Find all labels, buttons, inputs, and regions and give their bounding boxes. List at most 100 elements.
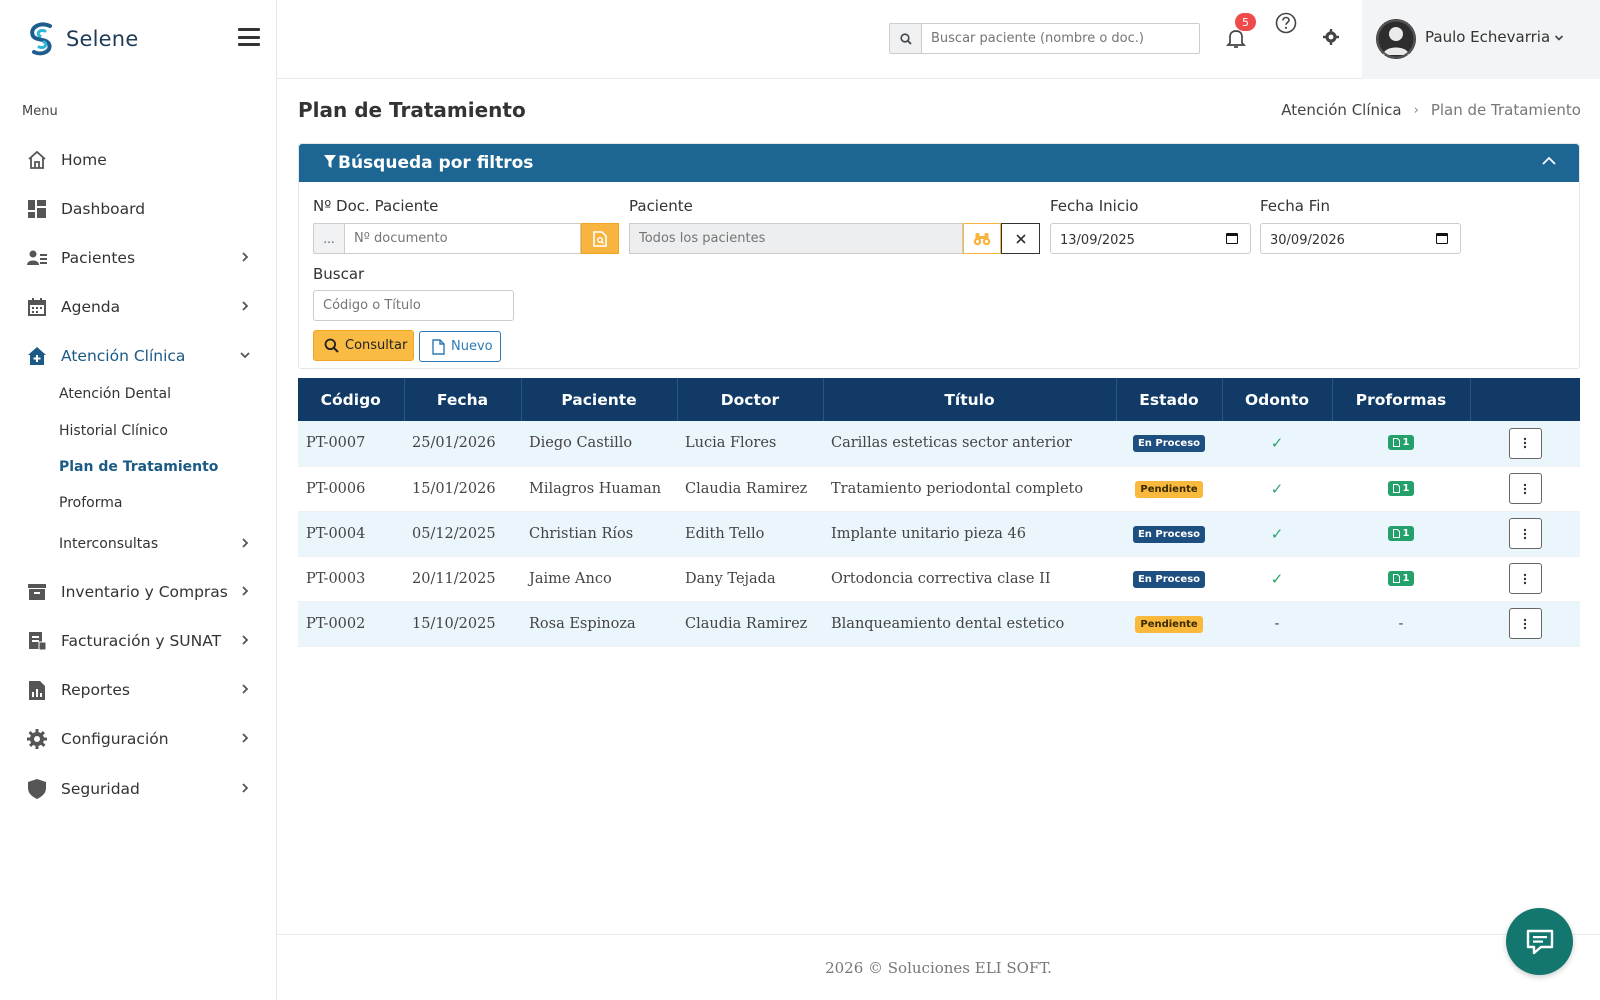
calendar-icon (1226, 233, 1238, 244)
clinic-icon (27, 346, 47, 366)
sidebar-item-label: Facturación y SUNAT (61, 632, 222, 650)
settings-gear-icon[interactable] (1323, 29, 1339, 45)
column-header[interactable]: Doctor (677, 378, 824, 421)
sidebar-subitem-historial-clinico[interactable]: Historial Clínico (59, 423, 168, 439)
doc-search-button[interactable] (581, 223, 619, 254)
notifications-badge: 5 (1235, 13, 1256, 31)
search-icon (324, 338, 339, 353)
table-row[interactable]: PT-0007 25/01/2026 Diego Castillo Lucia … (298, 421, 1580, 467)
table-row[interactable]: PT-0003 20/11/2025 Jaime Anco Dany Tejad… (298, 556, 1580, 602)
row-actions-button[interactable] (1508, 608, 1542, 639)
sidebar-item-label: Dashboard (61, 200, 146, 218)
table-row[interactable]: PT-0006 15/01/2026 Milagros Huaman Claud… (298, 466, 1580, 512)
code-title-search-input[interactable] (313, 290, 514, 321)
patient-field-group (629, 223, 1040, 255)
chevron-down-icon (1554, 35, 1564, 41)
sidebar-item-configuracion[interactable]: Configuración (0, 717, 277, 761)
column-header[interactable]: Proformas (1332, 378, 1471, 421)
table-body: PT-0007 25/01/2026 Diego Castillo Lucia … (298, 421, 1580, 647)
menu-toggle-button[interactable] (238, 28, 260, 46)
cell-odonto: ✓ (1222, 556, 1332, 602)
search-button[interactable] (890, 24, 922, 53)
doc-label: Nº Doc. Paciente (313, 197, 439, 215)
user-menu[interactable]: Paulo Echevarria (1362, 0, 1600, 79)
user-name: Paulo Echevarria (1425, 28, 1551, 46)
sidebar-subitem-proforma[interactable]: Proforma (59, 495, 122, 511)
cell-fecha: 05/12/2025 (404, 511, 521, 557)
help-icon[interactable] (1275, 12, 1297, 34)
row-actions-button[interactable] (1508, 427, 1542, 459)
proformas-badge[interactable]: 1 (1387, 570, 1415, 586)
sidebar-item-reportes[interactable]: Reportes (0, 668, 277, 712)
table-row[interactable]: PT-0002 15/10/2025 Rosa Espinoza Claudia… (298, 601, 1580, 647)
sidebar-item-label: Interconsultas (59, 536, 159, 552)
proformas-count: 1 (1402, 527, 1410, 539)
chevron-right-icon (242, 783, 249, 793)
shield-icon (27, 779, 47, 799)
start-date-input[interactable]: 13/09/2025 (1050, 223, 1251, 254)
patient-select-input[interactable] (629, 223, 963, 254)
row-actions-button[interactable] (1508, 473, 1542, 504)
cell-codigo: PT-0004 (298, 511, 404, 557)
cell-codigo: PT-0003 (298, 556, 404, 602)
column-header[interactable]: Odonto (1222, 378, 1333, 421)
breadcrumb-link[interactable]: Atención Clínica (1281, 101, 1401, 119)
cell-paciente: Christian Ríos (521, 511, 677, 557)
sidebar-item-facturacion[interactable]: Facturación y SUNAT (0, 619, 277, 663)
filter-panel-header[interactable]: Búsqueda por filtros (299, 144, 1579, 182)
sidebar-subitem-plan-de-tratamiento[interactable]: Plan de Tratamiento (59, 459, 218, 475)
document-icon (1392, 438, 1400, 448)
cell-doctor: Dany Tejada (677, 556, 823, 602)
sidebar-item-dashboard[interactable]: Dashboard (0, 187, 277, 231)
cell-estado: Pendiente (1116, 601, 1222, 647)
cell-titulo: Blanqueamiento dental estetico (823, 601, 1116, 647)
row-actions-button[interactable] (1508, 518, 1542, 549)
sidebar-item-inventario[interactable]: Inventario y Compras (0, 570, 277, 614)
cell-codigo: PT-0006 (298, 466, 404, 512)
document-icon (1392, 528, 1400, 538)
end-date-input[interactable]: 30/09/2026 (1260, 223, 1461, 254)
row-actions-button[interactable] (1508, 563, 1542, 594)
more-vertical-icon (1523, 573, 1527, 584)
chat-button[interactable] (1506, 908, 1573, 975)
patients-icon (27, 248, 47, 268)
cell-paciente: Diego Castillo (521, 421, 677, 467)
cell-codigo: PT-0007 (298, 421, 404, 467)
table-row[interactable]: PT-0004 05/12/2025 Christian Ríos Edith … (298, 511, 1580, 557)
chevron-up-icon[interactable] (1541, 156, 1557, 166)
column-header[interactable]: Estado (1116, 378, 1223, 421)
doc-type-button[interactable]: ... (313, 223, 344, 254)
cell-proformas: - (1332, 601, 1470, 647)
sidebar-item-seguridad[interactable]: Seguridad (0, 767, 277, 811)
chevron-down-icon (240, 352, 250, 359)
sidebar-item-pacientes[interactable]: Pacientes (0, 236, 277, 280)
start-date-value: 13/09/2025 (1060, 233, 1135, 248)
nuevo-button[interactable]: Nuevo (419, 331, 501, 362)
status-badge: En Proceso (1132, 570, 1206, 588)
consultar-button[interactable]: Consultar (313, 330, 414, 361)
check-icon: ✓ (1270, 479, 1284, 498)
app-logo[interactable]: Selene (26, 22, 138, 56)
sidebar-subitem-interconsultas[interactable]: Interconsultas (0, 522, 277, 566)
sidebar-item-home[interactable]: Home (0, 138, 277, 182)
clear-patient-button[interactable] (1001, 223, 1040, 254)
sidebar-item-atencion-clinica[interactable]: Atención Clínica (0, 334, 277, 378)
proformas-empty: - (1398, 615, 1404, 632)
proformas-badge[interactable]: 1 (1387, 435, 1415, 451)
chevron-right-icon (242, 586, 249, 596)
patient-lookup-button[interactable] (963, 223, 1001, 254)
sidebar-subitem-atencion-dental[interactable]: Atención Dental (59, 386, 171, 402)
patient-search-input[interactable] (922, 24, 1199, 53)
proformas-badge[interactable]: 1 (1387, 480, 1415, 496)
proformas-badge[interactable]: 1 (1387, 525, 1415, 541)
cell-fecha: 20/11/2025 (404, 556, 521, 602)
column-header[interactable]: Código (298, 378, 405, 421)
sidebar-item-agenda[interactable]: Agenda (0, 285, 277, 329)
chevron-right-icon (242, 538, 249, 548)
sidebar-item-label: Home (61, 151, 107, 169)
column-header[interactable]: Título (823, 378, 1117, 421)
column-header[interactable]: Fecha (404, 378, 522, 421)
start-date-label: Fecha Inicio (1050, 197, 1139, 215)
column-header[interactable]: Paciente (521, 378, 678, 421)
doc-number-input[interactable] (344, 223, 581, 254)
